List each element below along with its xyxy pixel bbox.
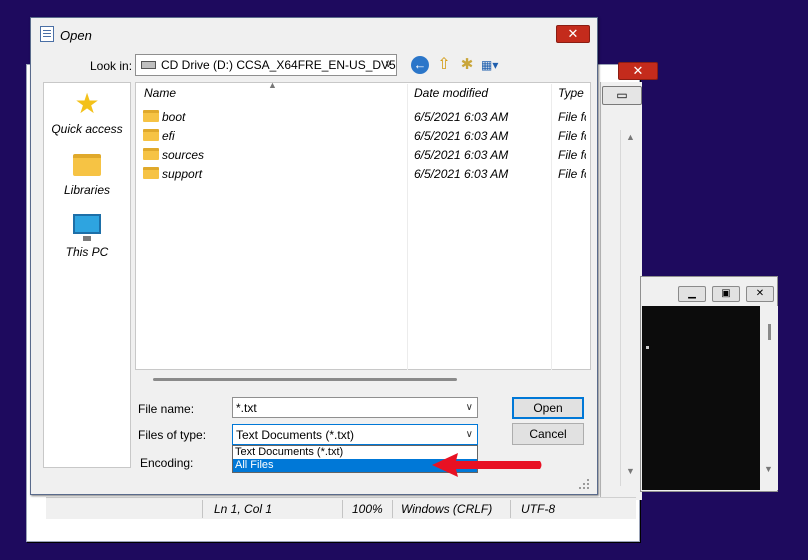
sort-ascending-icon: ▲ <box>268 80 277 90</box>
scroll-down-icon[interactable]: ▼ <box>626 466 635 476</box>
notepad-document-icon <box>40 26 54 42</box>
open-button[interactable]: Open <box>512 397 584 419</box>
cancel-button[interactable]: Cancel <box>512 423 584 445</box>
status-zoom: 100% <box>352 502 383 516</box>
place-quick-access[interactable]: ★ Quick access <box>43 88 131 137</box>
place-libraries[interactable]: Libraries <box>43 154 131 197</box>
files-of-type-combo[interactable]: Text Documents (*.txt) ∨ <box>232 424 478 445</box>
look-in-value: CD Drive (D:) CCSA_X64FRE_EN-US_DV5 <box>161 58 396 72</box>
file-row[interactable]: boot 6/5/2021 6:03 AM File folder <box>143 108 586 126</box>
horizontal-scroll-thumb[interactable] <box>153 378 457 381</box>
file-row[interactable]: sources 6/5/2021 6:03 AM File folder <box>143 146 586 164</box>
file-name-combo[interactable]: *.txt ∨ <box>232 397 478 418</box>
file-name-label: File name: <box>138 402 195 416</box>
notepad-restore-button[interactable]: ▭ <box>602 86 642 105</box>
console-minimize-button[interactable]: ▁ <box>678 286 706 302</box>
notepad-vertical-scrollbar[interactable]: ▲ ▼ <box>620 130 640 486</box>
file-name-value: *.txt <box>236 401 257 415</box>
minimize-icon: ▁ <box>688 288 696 299</box>
scroll-up-icon[interactable]: ▲ <box>626 132 635 142</box>
notepad-close-button[interactable]: ✕ <box>618 62 658 80</box>
dialog-title: Open <box>60 28 92 43</box>
files-of-type-label: Files of type: <box>138 428 207 442</box>
back-arrow-icon[interactable]: ← <box>411 56 429 74</box>
dialog-close-button[interactable]: ✕ <box>556 25 590 43</box>
console-scrollbar[interactable]: ▼ <box>760 306 778 490</box>
maximize-icon: ▣ <box>721 288 731 299</box>
folder-icon <box>143 148 159 160</box>
folder-icon <box>143 129 159 141</box>
console-close-button[interactable]: ✕ <box>746 286 774 302</box>
console-scroll-thumb[interactable] <box>768 324 771 340</box>
status-line-ending: Windows (CRLF) <box>401 502 493 516</box>
libraries-icon <box>73 154 101 176</box>
resize-grip-icon[interactable] <box>578 478 590 490</box>
status-encoding: UTF-8 <box>521 502 555 516</box>
up-folder-icon[interactable]: ⇧ <box>435 56 453 74</box>
folder-icon <box>143 167 159 179</box>
cd-drive-icon <box>141 61 156 69</box>
place-this-pc[interactable]: This PC <box>43 214 131 259</box>
notepad-status-bar: Ln 1, Col 1 100% Windows (CRLF) UTF-8 <box>46 497 636 519</box>
status-position: Ln 1, Col 1 <box>214 502 273 516</box>
chevron-down-icon: ∨ <box>384 59 392 70</box>
chevron-down-icon[interactable]: ∨ <box>466 402 473 413</box>
scroll-down-icon[interactable]: ▼ <box>764 464 773 474</box>
new-folder-icon[interactable]: ✱ <box>458 56 476 74</box>
star-icon: ★ <box>74 88 100 119</box>
file-row[interactable]: support 6/5/2021 6:03 AM File folder <box>143 165 586 183</box>
console-output[interactable] <box>642 306 760 490</box>
column-header-name[interactable]: Name <box>144 86 176 100</box>
files-of-type-value: Text Documents (*.txt) <box>236 428 355 442</box>
encoding-label: Encoding: <box>140 456 194 470</box>
look-in-combo[interactable]: CD Drive (D:) CCSA_X64FRE_EN-US_DV5 ∨ <box>135 54 397 76</box>
chevron-down-icon[interactable]: ∨ <box>466 429 473 440</box>
column-header-type[interactable]: Type <box>558 86 584 100</box>
look-in-label: Look in: <box>90 59 133 73</box>
this-pc-icon <box>73 214 101 241</box>
view-menu-icon[interactable]: ▦▾ <box>481 56 509 74</box>
folder-icon <box>143 110 159 122</box>
red-arrow-annotation <box>432 453 542 477</box>
file-row[interactable]: efi 6/5/2021 6:03 AM File folder <box>143 127 586 145</box>
column-header-date-modified[interactable]: Date modified <box>414 86 488 100</box>
console-cursor <box>646 346 649 349</box>
console-maximize-button[interactable]: ▣ <box>712 286 740 302</box>
places-bar <box>43 82 131 468</box>
close-icon: ✕ <box>755 288 765 299</box>
restore-icon: ▭ <box>616 88 628 102</box>
